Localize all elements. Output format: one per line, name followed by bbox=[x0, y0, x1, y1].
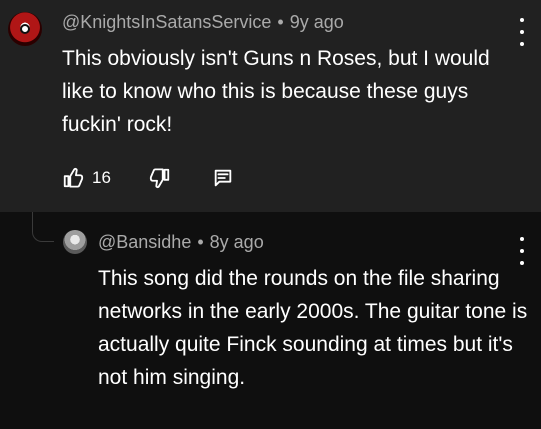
thumbs-up-icon bbox=[62, 167, 84, 189]
avatar[interactable] bbox=[8, 12, 42, 46]
comment-actions: 16 bbox=[62, 164, 250, 192]
like-button[interactable]: 16 bbox=[62, 167, 124, 189]
like-count: 16 bbox=[92, 168, 111, 187]
avatar[interactable] bbox=[63, 230, 87, 254]
avatar-emblem bbox=[20, 24, 30, 34]
thumbs-down-icon bbox=[149, 167, 171, 189]
username[interactable]: @Bansidhe bbox=[98, 232, 191, 253]
reply-comment: @Bansidhe • 8y ago This song did the rou… bbox=[0, 212, 541, 429]
timestamp[interactable]: 8y ago bbox=[210, 232, 264, 253]
timestamp[interactable]: 9y ago bbox=[290, 12, 344, 33]
username[interactable]: @KnightsInSatansService bbox=[62, 12, 271, 33]
more-vertical-icon[interactable] bbox=[513, 237, 531, 265]
separator-dot: • bbox=[277, 12, 284, 32]
menu-dot bbox=[520, 18, 524, 22]
comment-header: @KnightsInSatansService • 9y ago bbox=[62, 12, 344, 33]
reply-comment-icon bbox=[212, 167, 234, 189]
comment-text: This obviously isn't Guns n Roses, but I… bbox=[62, 47, 490, 136]
reply-header: @Bansidhe • 8y ago bbox=[98, 232, 264, 253]
menu-dot bbox=[520, 249, 524, 253]
menu-dot bbox=[520, 30, 524, 34]
reply-button[interactable] bbox=[196, 167, 250, 189]
reply-text: This song did the rounds on the file sha… bbox=[98, 267, 528, 389]
menu-dot bbox=[520, 237, 524, 241]
dislike-button[interactable] bbox=[124, 167, 196, 189]
top-comment: @KnightsInSatansService • 9y ago This ob… bbox=[0, 0, 541, 212]
comment-thread: @KnightsInSatansService • 9y ago This ob… bbox=[0, 0, 541, 429]
separator-dot: • bbox=[197, 232, 204, 252]
thread-connector bbox=[32, 212, 54, 242]
